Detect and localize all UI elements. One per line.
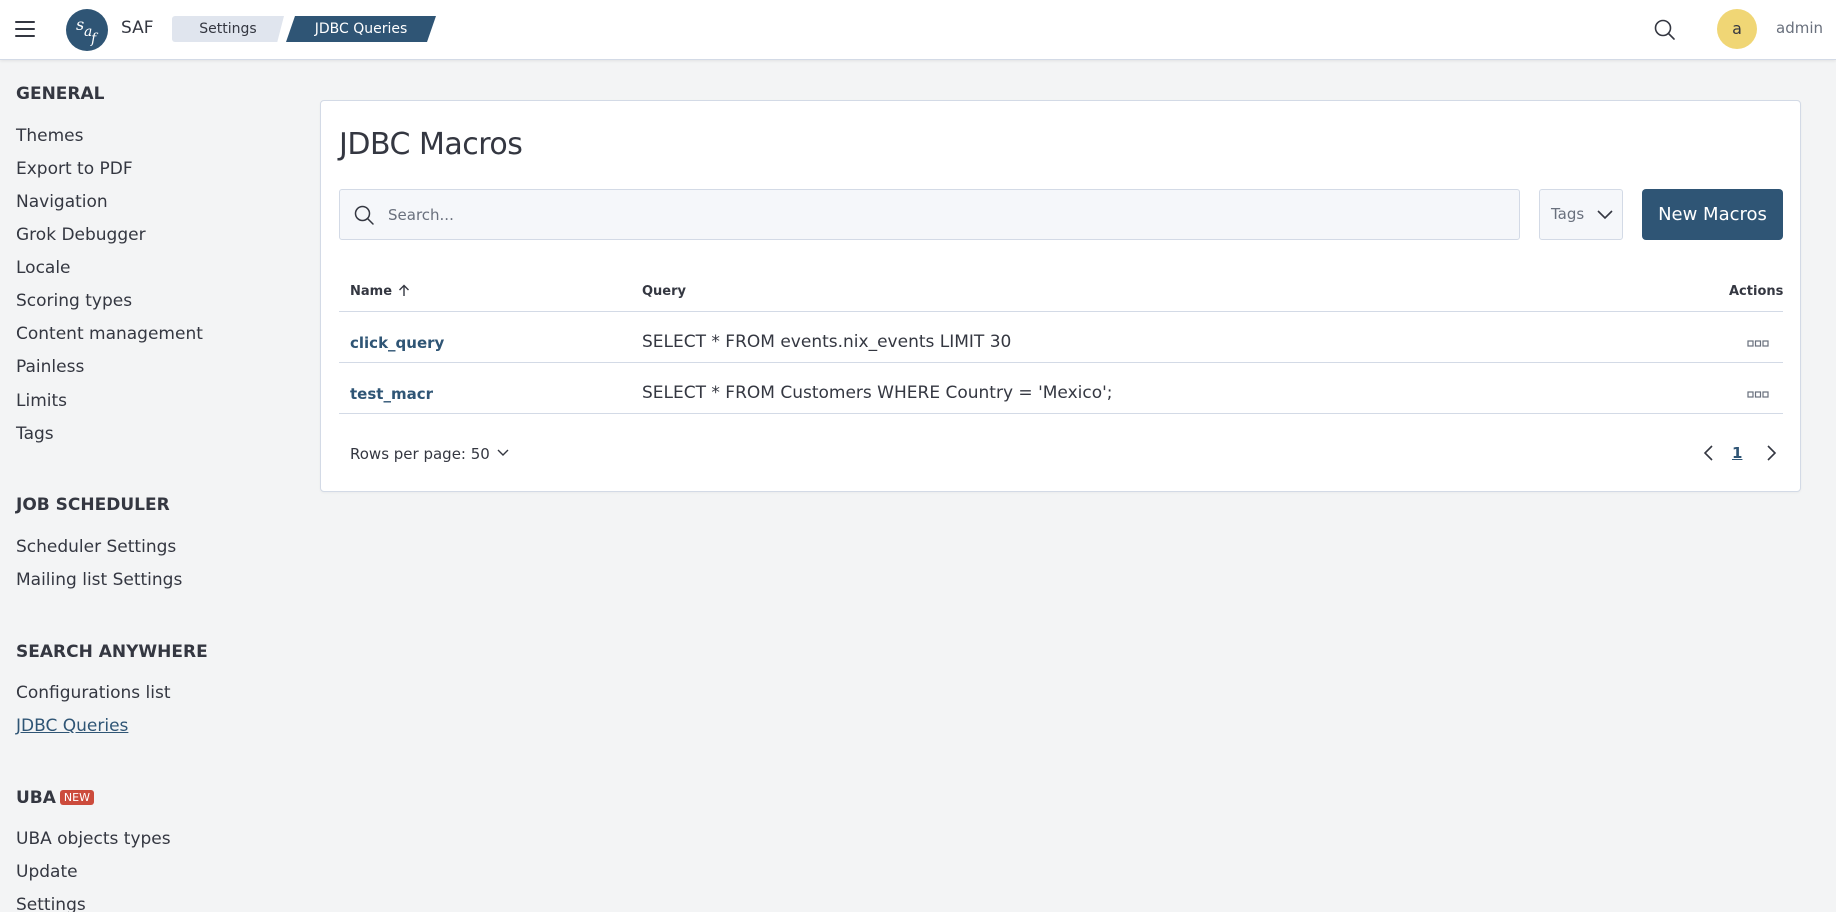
- chevron-down-icon: [1596, 207, 1614, 221]
- sidebar-item-navigation[interactable]: Navigation: [16, 192, 108, 212]
- sidebar-item-tags[interactable]: Tags: [16, 424, 54, 444]
- sidebar-section-general: GENERAL: [16, 84, 105, 104]
- more-actions-icon[interactable]: [1745, 333, 1771, 353]
- sidebar-section-uba-label: UBA: [16, 788, 56, 808]
- sidebar-item-locale[interactable]: Locale: [16, 258, 71, 278]
- arrow-left-icon[interactable]: [1699, 443, 1719, 463]
- sidebar-item-limits[interactable]: Limits: [16, 391, 67, 411]
- breadcrumb-settings[interactable]: Settings: [172, 16, 284, 42]
- sidebar-item-settings[interactable]: Settings: [16, 895, 86, 912]
- column-header-name[interactable]: Name: [350, 284, 410, 299]
- svg-text:f: f: [90, 31, 99, 47]
- username[interactable]: admin: [1776, 19, 1823, 37]
- svg-text:s: s: [76, 15, 84, 34]
- sidebar-section-uba: UBA NEW: [16, 788, 94, 808]
- jdbc-macros-panel: JDBC Macros Tags New Macros Name Query A…: [320, 100, 1801, 492]
- sidebar-section-job-scheduler: JOB SCHEDULER: [16, 495, 170, 515]
- sidebar-item-scheduler-settings[interactable]: Scheduler Settings: [16, 537, 176, 557]
- search-input[interactable]: [388, 191, 1508, 238]
- tags-filter-label: Tags: [1551, 205, 1585, 223]
- macro-query: SELECT * FROM Customers WHERE Country = …: [642, 383, 1113, 403]
- tags-filter-button[interactable]: Tags: [1539, 189, 1623, 240]
- sidebar-item-mailing-list-settings[interactable]: Mailing list Settings: [16, 570, 182, 590]
- rows-per-page-label: Rows per page: 50: [350, 445, 490, 463]
- sidebar-section-search-anywhere: SEARCH ANYWHERE: [16, 642, 208, 662]
- column-header-actions: Actions: [1729, 284, 1784, 299]
- sort-up-icon: [398, 284, 410, 297]
- sidebar-item-configurations-list[interactable]: Configurations list: [16, 683, 171, 703]
- row-divider: [339, 413, 1783, 414]
- sidebar-item-painless[interactable]: Painless: [16, 357, 84, 377]
- more-actions-icon[interactable]: [1745, 384, 1771, 404]
- page-title: JDBC Macros: [339, 127, 523, 162]
- top-header: s a f SAF Settings JDBC Queries a admin: [0, 0, 1836, 60]
- macro-name-link[interactable]: click_query: [350, 334, 444, 352]
- column-header-name-label: Name: [350, 284, 393, 299]
- rows-per-page-select[interactable]: Rows per page: 50: [350, 444, 510, 463]
- search-field[interactable]: [339, 189, 1520, 240]
- new-macros-button[interactable]: New Macros: [1642, 189, 1783, 240]
- breadcrumb-jdbc-queries: JDBC Queries: [286, 16, 436, 42]
- chevron-down-icon: [496, 444, 510, 456]
- sidebar-item-content-management[interactable]: Content management: [16, 324, 203, 344]
- sidebar-item-jdbc-queries[interactable]: JDBC Queries: [16, 716, 128, 736]
- sidebar-item-uba-objects-types[interactable]: UBA objects types: [16, 829, 171, 849]
- column-header-query: Query: [642, 284, 687, 299]
- new-badge: NEW: [59, 790, 94, 805]
- macro-query: SELECT * FROM events.nix_events LIMIT 30: [642, 332, 1012, 352]
- sidebar: GENERAL Themes Export to PDF Navigation …: [0, 61, 300, 912]
- logo-icon[interactable]: s a f: [66, 9, 108, 51]
- sidebar-item-themes[interactable]: Themes: [16, 126, 84, 146]
- sidebar-item-scoring-types[interactable]: Scoring types: [16, 291, 132, 311]
- sidebar-item-export-to-pdf[interactable]: Export to PDF: [16, 159, 133, 179]
- search-icon: [352, 203, 376, 227]
- arrow-right-icon[interactable]: [1761, 443, 1781, 463]
- avatar[interactable]: a: [1717, 9, 1757, 49]
- page-number-button[interactable]: 1: [1732, 444, 1742, 462]
- app-name: SAF: [121, 18, 154, 38]
- sidebar-item-update[interactable]: Update: [16, 862, 78, 882]
- row-divider: [339, 362, 1783, 363]
- menu-icon[interactable]: [14, 19, 38, 39]
- search-icon[interactable]: [1652, 17, 1678, 43]
- sidebar-item-grok-debugger[interactable]: Grok Debugger: [16, 225, 146, 245]
- macro-name-link[interactable]: test_macr: [350, 385, 433, 403]
- header-divider: [339, 311, 1783, 312]
